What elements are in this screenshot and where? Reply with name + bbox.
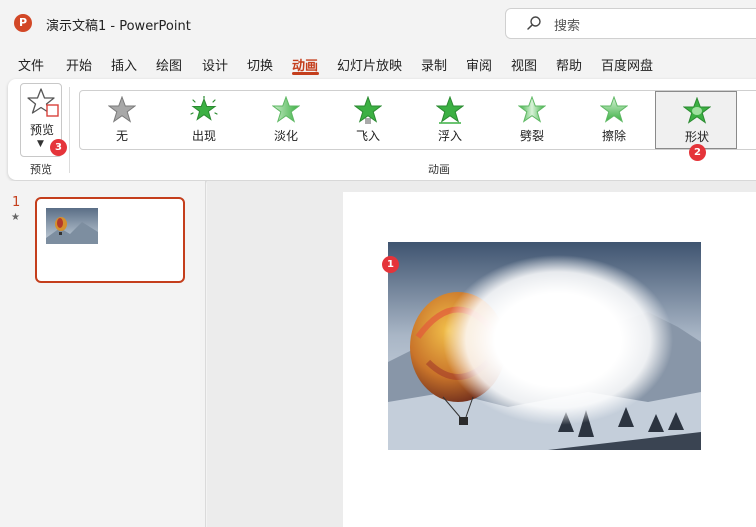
animation-label: 出现	[191, 129, 216, 143]
animation-label: 无	[115, 129, 128, 143]
tab-help[interactable]: 帮助	[556, 55, 582, 74]
ribbon-animations: 预览 ▼ 预览 无 出现 淡化 飞入 浮入 劈裂 擦除 形状 动画	[8, 79, 756, 180]
step-badge-shape: 2	[689, 144, 706, 161]
star-none-icon	[108, 96, 136, 123]
slide-editor[interactable]	[343, 192, 756, 527]
animation-label: 淡化	[273, 129, 298, 143]
animation-wipe[interactable]: 擦除	[573, 91, 655, 149]
tab-review[interactable]: 审阅	[466, 55, 492, 74]
step-badge-preview: 3	[50, 139, 67, 156]
tab-insert[interactable]: 插入	[111, 55, 137, 74]
animation-appear[interactable]: 出现	[163, 91, 245, 149]
animation-label: 浮入	[437, 129, 462, 143]
animation-marker-icon: ★	[11, 212, 20, 223]
search-input[interactable]: 搜索	[505, 8, 756, 39]
hot-air-balloon-image[interactable]	[388, 242, 701, 450]
star-appear-icon	[190, 96, 218, 121]
animation-label: 擦除	[601, 129, 626, 143]
slide-thumbnail[interactable]	[35, 197, 185, 283]
ribbon-tabs: 文件 开始 插入 绘图 设计 切换 动画 幻灯片放映 录制 审阅 视图 帮助 百…	[0, 48, 756, 78]
preview-star-icon	[27, 88, 59, 117]
document-title: 演示文稿1 - PowerPoint	[46, 19, 191, 34]
preview-group-label: 预览	[30, 163, 52, 176]
group-divider	[69, 87, 70, 173]
thumbnail-image	[46, 208, 98, 244]
animation-label: 飞入	[355, 129, 380, 143]
animation-shape[interactable]: 形状	[655, 91, 737, 149]
title-bar: P 演示文稿1 - PowerPoint 搜索	[0, 0, 756, 48]
chevron-down-icon[interactable]: ▼	[37, 139, 44, 149]
tab-file[interactable]: 文件	[18, 55, 44, 74]
animation-float-in[interactable]: 浮入	[409, 91, 491, 149]
star-fade-icon	[272, 96, 300, 123]
animation-label: 形状	[684, 130, 709, 144]
star-shape-icon	[683, 97, 711, 124]
tab-view[interactable]: 视图	[511, 55, 537, 74]
search-placeholder: 搜索	[554, 19, 581, 34]
preview-label: 预览	[29, 123, 54, 137]
tab-home[interactable]: 开始	[66, 55, 92, 74]
slides-panel: 1 ★	[0, 181, 206, 527]
step-badge-image: 1	[382, 256, 399, 273]
tab-design[interactable]: 设计	[202, 55, 228, 74]
animation-gallery: 无 出现 淡化 飞入 浮入 劈裂 擦除 形状	[79, 90, 756, 150]
animation-label: 劈裂	[519, 129, 544, 143]
animation-split[interactable]: 劈裂	[491, 91, 573, 149]
active-tab-indicator	[292, 72, 319, 75]
search-icon	[527, 16, 541, 30]
powerpoint-logo-icon: P	[14, 14, 32, 32]
tab-transitions[interactable]: 切换	[247, 55, 273, 74]
tab-baidu-netdisk[interactable]: 百度网盘	[601, 55, 653, 74]
editing-canvas	[207, 181, 756, 527]
star-wipe-icon	[600, 96, 628, 123]
star-fly-in-icon	[354, 96, 382, 124]
animation-none[interactable]: 无	[81, 91, 163, 149]
star-split-icon	[518, 96, 546, 123]
slide-number: 1	[12, 195, 21, 210]
animation-fly-in[interactable]: 飞入	[327, 91, 409, 149]
animation-fade[interactable]: 淡化	[245, 91, 327, 149]
tab-record[interactable]: 录制	[421, 55, 447, 74]
star-float-in-icon	[436, 96, 464, 124]
tab-draw[interactable]: 绘图	[156, 55, 182, 74]
tab-slideshow[interactable]: 幻灯片放映	[337, 55, 402, 74]
animation-group-label: 动画	[428, 163, 450, 176]
